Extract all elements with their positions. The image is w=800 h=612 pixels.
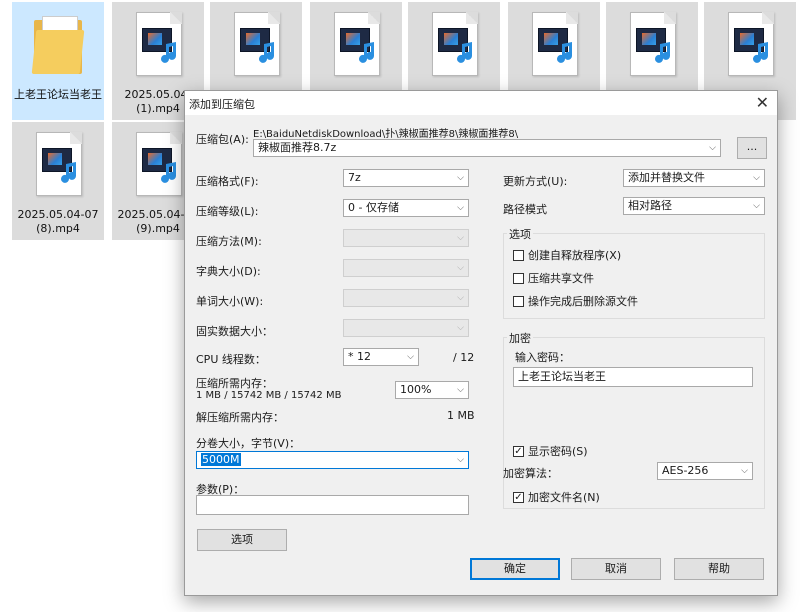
desktop-file[interactable]: 2025.05.04-07 (8).mp4 bbox=[12, 122, 104, 240]
encrypt-method-value: AES-256 bbox=[662, 464, 709, 477]
chevron-down-icon: ⌵ bbox=[457, 455, 464, 465]
solid-label: 固实数据大小： bbox=[196, 325, 273, 338]
path-label: 路径模式 bbox=[503, 203, 547, 216]
params-input[interactable] bbox=[196, 495, 469, 515]
delete-label: 操作完成后删除源文件 bbox=[528, 295, 638, 308]
archive-name-combo[interactable]: 辣椒面推荐8.7z ⌵ bbox=[253, 139, 721, 157]
checkbox-box: ✓ bbox=[513, 445, 524, 457]
checkbox-box bbox=[513, 272, 524, 284]
sfx-label: 创建自释放程序(X) bbox=[528, 249, 622, 262]
options-button[interactable]: 选项 bbox=[197, 529, 287, 551]
browse-button[interactable]: ... bbox=[737, 137, 767, 159]
video-file-icon bbox=[524, 12, 584, 82]
close-icon[interactable]: ✕ bbox=[756, 93, 769, 112]
chevron-down-icon: ⌵ bbox=[457, 385, 464, 395]
ok-button[interactable]: 确定 bbox=[470, 558, 560, 580]
level-select[interactable]: 0 - 仅存储 ⌵ bbox=[343, 199, 469, 217]
video-file-icon bbox=[622, 12, 682, 82]
method-label: 压缩方法(M): bbox=[196, 235, 262, 248]
delete-checkbox[interactable]: 操作完成后删除源文件 bbox=[513, 293, 638, 309]
video-file-icon bbox=[326, 12, 386, 82]
video-file-icon bbox=[226, 12, 286, 82]
chevron-down-icon: ⌵ bbox=[457, 293, 464, 303]
help-button[interactable]: 帮助 bbox=[674, 558, 764, 580]
encrypt-method-select[interactable]: AES-256 ⌵ bbox=[657, 462, 753, 480]
encrypt-group-title: 加密 bbox=[507, 330, 533, 346]
options-group-title: 选项 bbox=[507, 226, 533, 242]
encrypt-method-label: 加密算法： bbox=[503, 467, 558, 480]
update-label: 更新方式(U): bbox=[503, 175, 568, 188]
chevron-down-icon: ⌵ bbox=[457, 233, 464, 243]
dialog-titlebar: 添加到压缩包 ✕ bbox=[185, 91, 777, 115]
video-file-icon bbox=[28, 132, 88, 202]
encrypt-names-checkbox[interactable]: ✓ 加密文件名(N) bbox=[513, 489, 600, 505]
word-select: ⌵ bbox=[343, 289, 469, 307]
checkbox-box: ✓ bbox=[513, 491, 524, 503]
password-input[interactable]: 上老王论坛当老王 bbox=[513, 367, 753, 387]
file-name: 上老王论坛当老王 bbox=[14, 88, 102, 101]
cancel-button[interactable]: 取消 bbox=[571, 558, 661, 580]
checkbox-box bbox=[513, 249, 524, 261]
cpu-value: * 12 bbox=[348, 350, 371, 363]
desktop-folder[interactable]: 上老王论坛当老王 bbox=[12, 2, 104, 120]
format-value: 7z bbox=[348, 171, 361, 184]
mem-percent-value: 100% bbox=[400, 383, 432, 396]
cpu-select[interactable]: * 12 ⌵ bbox=[343, 348, 419, 366]
chevron-down-icon: ⌵ bbox=[457, 263, 464, 273]
mem-detail: 1 MB / 15742 MB / 15742 MB bbox=[196, 390, 342, 401]
chevron-down-icon: ⌵ bbox=[457, 203, 464, 213]
add-to-archive-dialog: 添加到压缩包 ✕ 压缩包(A): E:\BaiduNetdiskDownload… bbox=[184, 90, 778, 596]
encrypt-names-label: 加密文件名(N) bbox=[528, 491, 600, 504]
dialog-title: 添加到压缩包 bbox=[189, 98, 255, 111]
decomp-value: 1 MB bbox=[447, 409, 475, 422]
update-select[interactable]: 添加并替换文件 ⌵ bbox=[623, 169, 765, 187]
show-password-checkbox[interactable]: ✓ 显示密码(S) bbox=[513, 443, 588, 459]
mem-label: 压缩所需内存： bbox=[196, 377, 273, 390]
archive-name-value: 辣椒面推荐8.7z bbox=[258, 141, 337, 154]
archive-path: E:\BaiduNetdiskDownload\扑\辣椒面推荐8\辣椒面推荐8\ bbox=[253, 129, 519, 140]
shared-label: 压缩共享文件 bbox=[528, 272, 594, 285]
video-file-icon bbox=[720, 12, 780, 82]
format-select[interactable]: 7z ⌵ bbox=[343, 169, 469, 187]
format-label: 压缩格式(F): bbox=[196, 175, 259, 188]
dict-select: ⌵ bbox=[343, 259, 469, 277]
volume-value: 5000M bbox=[201, 453, 241, 466]
cpu-max: / 12 bbox=[453, 351, 475, 364]
update-value: 添加并替换文件 bbox=[628, 171, 705, 184]
mem-percent-select[interactable]: 100% ⌵ bbox=[395, 381, 469, 399]
path-value: 相对路径 bbox=[628, 199, 672, 212]
video-file-icon bbox=[128, 12, 188, 82]
cpu-label: CPU 线程数： bbox=[196, 353, 266, 366]
password-label: 输入密码： bbox=[515, 351, 570, 364]
video-file-icon bbox=[424, 12, 484, 82]
chevron-down-icon: ⌵ bbox=[753, 173, 760, 183]
chevron-down-icon: ⌵ bbox=[457, 323, 464, 333]
sfx-checkbox[interactable]: 创建自释放程序(X) bbox=[513, 247, 621, 263]
decomp-label: 解压缩所需内存： bbox=[196, 411, 284, 424]
dict-label: 字典大小(D): bbox=[196, 265, 261, 278]
shared-checkbox[interactable]: 压缩共享文件 bbox=[513, 270, 594, 286]
chevron-down-icon: ⌵ bbox=[709, 143, 716, 153]
path-select[interactable]: 相对路径 ⌵ bbox=[623, 197, 765, 215]
folder-icon bbox=[28, 12, 88, 82]
chevron-down-icon: ⌵ bbox=[753, 201, 760, 211]
chevron-down-icon: ⌵ bbox=[741, 466, 748, 476]
method-select: ⌵ bbox=[343, 229, 469, 247]
show-password-label: 显示密码(S) bbox=[528, 445, 588, 458]
archive-label: 压缩包(A): bbox=[196, 133, 249, 146]
volume-combo[interactable]: 5000M ⌵ bbox=[196, 451, 469, 469]
checkbox-box bbox=[513, 295, 524, 307]
level-label: 压缩等级(L): bbox=[196, 205, 259, 218]
file-name: 2025.05.04-07 (8).mp4 bbox=[17, 208, 99, 235]
word-label: 单词大小(W): bbox=[196, 295, 264, 308]
chevron-down-icon: ⌵ bbox=[457, 173, 464, 183]
level-value: 0 - 仅存储 bbox=[348, 201, 399, 214]
video-file-icon bbox=[128, 132, 188, 202]
solid-select: ⌵ bbox=[343, 319, 469, 337]
chevron-down-icon: ⌵ bbox=[407, 352, 414, 362]
volume-label: 分卷大小，字节(V)： bbox=[196, 437, 301, 450]
